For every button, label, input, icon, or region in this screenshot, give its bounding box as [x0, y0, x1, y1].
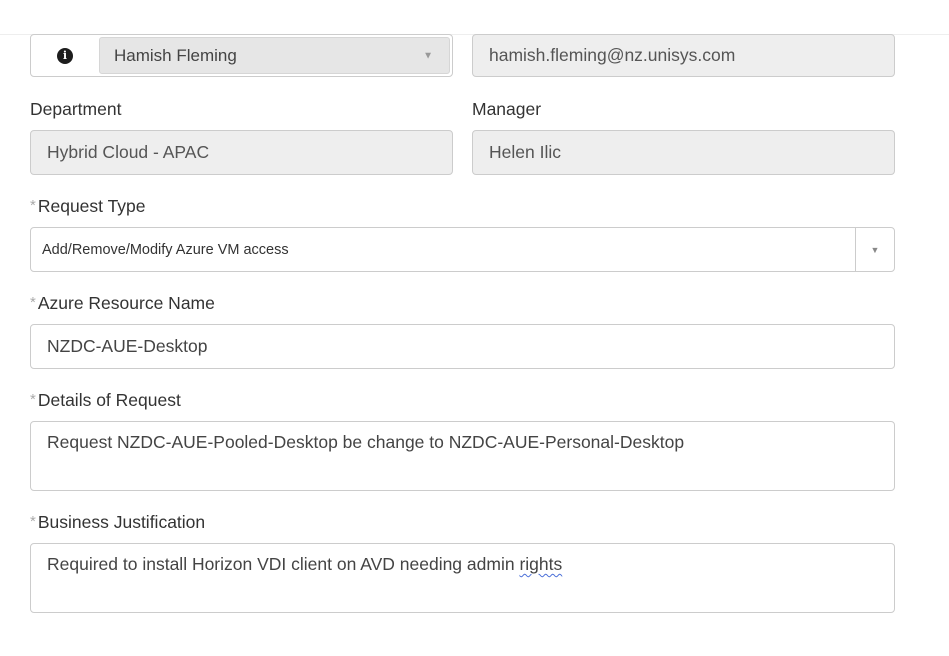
manager-value: Helen Ilic: [489, 142, 561, 162]
justification-label: * Business Justification: [30, 512, 205, 533]
manager-field[interactable]: Helen Ilic: [472, 130, 895, 175]
justification-label-text: Business Justification: [37, 512, 206, 532]
department-value: Hybrid Cloud - APAC: [47, 142, 210, 162]
azure-resource-input[interactable]: NZDC-AUE-Desktop: [30, 324, 895, 369]
justification-value: Required to install Horizon VDI client o…: [47, 554, 520, 574]
user-select[interactable]: Hamish Fleming ▼: [99, 37, 450, 74]
department-field[interactable]: Hybrid Cloud - APAC: [30, 130, 453, 175]
justification-textarea[interactable]: Required to install Horizon VDI client o…: [30, 543, 895, 613]
request-type-value: Add/Remove/Modify Azure VM access: [42, 241, 289, 258]
request-type-label: * Request Type: [30, 196, 146, 217]
user-info-button[interactable]: i: [31, 35, 99, 76]
details-value: Request NZDC-AUE-Pooled-Desktop be chang…: [47, 432, 685, 452]
details-label-text: Details of Request: [37, 390, 181, 410]
request-type-label-text: Request Type: [37, 196, 146, 216]
caret-down-icon: ▼: [423, 50, 433, 61]
caret-down-icon: ▼: [870, 244, 880, 255]
email-field[interactable]: hamish.fleming@nz.unisys.com: [472, 34, 895, 77]
azure-resource-label: * Azure Resource Name: [30, 293, 215, 314]
azure-resource-value: NZDC-AUE-Desktop: [47, 336, 208, 356]
manager-label: Manager: [472, 99, 542, 119]
spellcheck-flagged-word: rights: [519, 554, 563, 574]
request-type-dropdown-toggle[interactable]: ▼: [855, 228, 894, 271]
details-label: * Details of Request: [30, 390, 181, 411]
required-marker: *: [30, 513, 36, 530]
details-textarea[interactable]: Request NZDC-AUE-Pooled-Desktop be chang…: [30, 421, 895, 491]
required-marker: *: [30, 294, 36, 311]
azure-resource-label-text: Azure Resource Name: [37, 293, 215, 313]
required-marker: *: [30, 391, 36, 408]
required-marker: *: [30, 197, 36, 214]
request-type-select[interactable]: Add/Remove/Modify Azure VM access ▼: [30, 227, 895, 272]
info-icon: i: [57, 47, 73, 64]
user-selector-group: i Hamish Fleming ▼: [30, 34, 453, 77]
email-value: hamish.fleming@nz.unisys.com: [489, 45, 736, 65]
department-label: Department: [30, 99, 122, 119]
user-select-value: Hamish Fleming: [114, 45, 237, 65]
